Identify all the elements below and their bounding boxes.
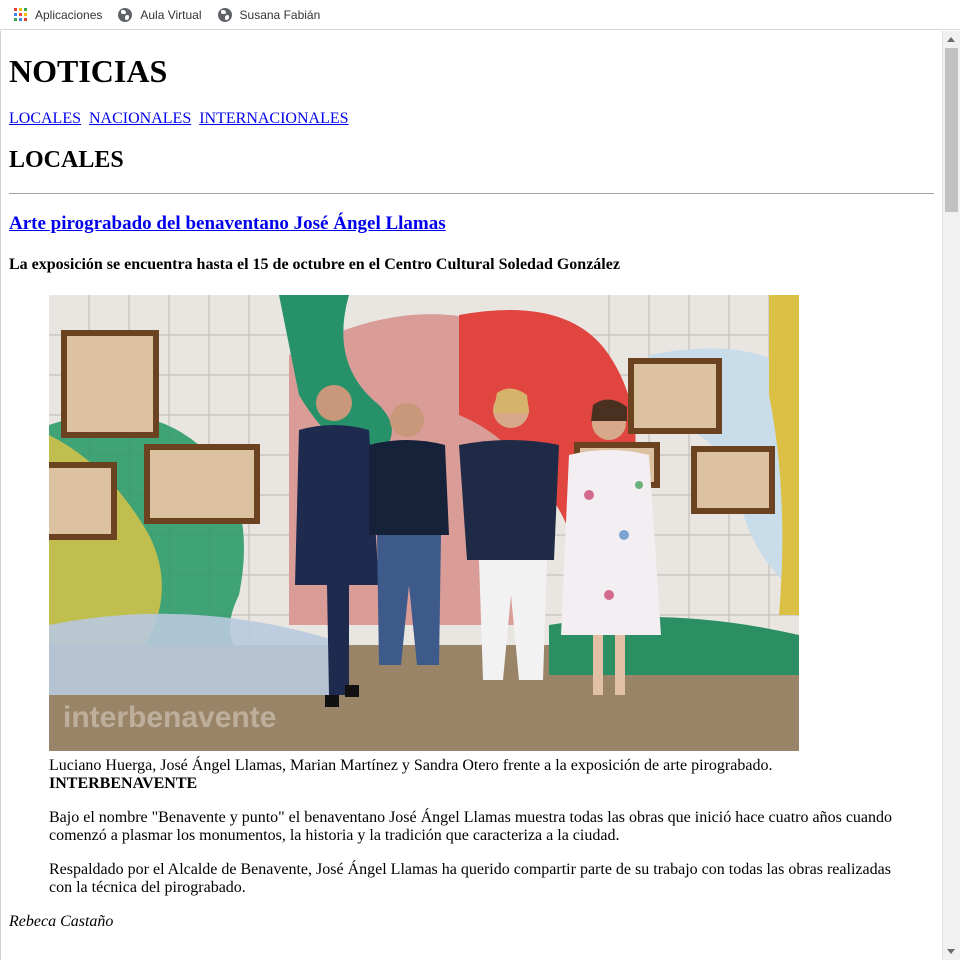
page-viewport: NOTICIAS LOCALES NACIONALES INTERNACIONA…	[0, 31, 942, 960]
section-nav: LOCALES NACIONALES INTERNACIONALES	[9, 110, 934, 128]
page-content: NOTICIAS LOCALES NACIONALES INTERNACIONA…	[1, 53, 942, 931]
bookmark-susana-fabian[interactable]: Susana Fabián	[217, 7, 321, 22]
bookmark-aplicaciones[interactable]: Aplicaciones	[14, 8, 102, 22]
article-title-link[interactable]: Arte pirograbado del benaventano José Án…	[9, 213, 446, 234]
nav-link-nacionales[interactable]: NACIONALES	[89, 110, 191, 127]
article-body: interbenavente Luciano Huerga, José Ánge…	[49, 295, 894, 897]
page-title: NOTICIAS	[9, 53, 168, 89]
bookmark-aula-virtual[interactable]: Aula Virtual	[118, 7, 202, 22]
globe-icon	[118, 7, 133, 22]
nav-link-internacionales[interactable]: INTERNACIONALES	[199, 110, 348, 127]
vertical-scrollbar[interactable]	[942, 31, 960, 960]
caption-credit: INTERBENAVENTE	[49, 775, 198, 792]
article-photo: interbenavente	[49, 295, 799, 751]
article-paragraph-2: Respaldado por el Alcalde de Benavente, …	[49, 861, 891, 896]
article-subtitle: La exposición se encuentra hasta el 15 d…	[9, 256, 620, 273]
article-paragraph-1: Bajo el nombre "Benavente y punto" el be…	[49, 809, 893, 844]
section-title: LOCALES	[9, 147, 124, 173]
photo-watermark: interbenavente	[63, 701, 276, 734]
bookmark-label: Aplicaciones	[35, 7, 103, 22]
bookmarks-bar: Aplicaciones Aula Virtual Susana Fabián	[0, 0, 960, 30]
scroll-thumb[interactable]	[945, 48, 958, 212]
globe-icon	[217, 7, 232, 22]
article-author: Rebeca Castaño	[9, 913, 114, 930]
apps-grid-icon	[14, 8, 27, 21]
article-title: Arte pirograbado del benaventano José Án…	[9, 212, 934, 236]
bookmark-label: Aula Virtual	[140, 7, 202, 22]
scroll-up-arrow-icon[interactable]	[947, 37, 955, 42]
nav-link-locales[interactable]: LOCALES	[9, 110, 81, 127]
section-divider	[9, 193, 934, 194]
caption-text: Luciano Huerga, José Ángel Llamas, Maria…	[49, 757, 773, 774]
scroll-down-arrow-icon[interactable]	[947, 949, 955, 954]
photo-caption: Luciano Huerga, José Ángel Llamas, Maria…	[49, 757, 894, 793]
bookmark-label: Susana Fabián	[239, 7, 321, 22]
